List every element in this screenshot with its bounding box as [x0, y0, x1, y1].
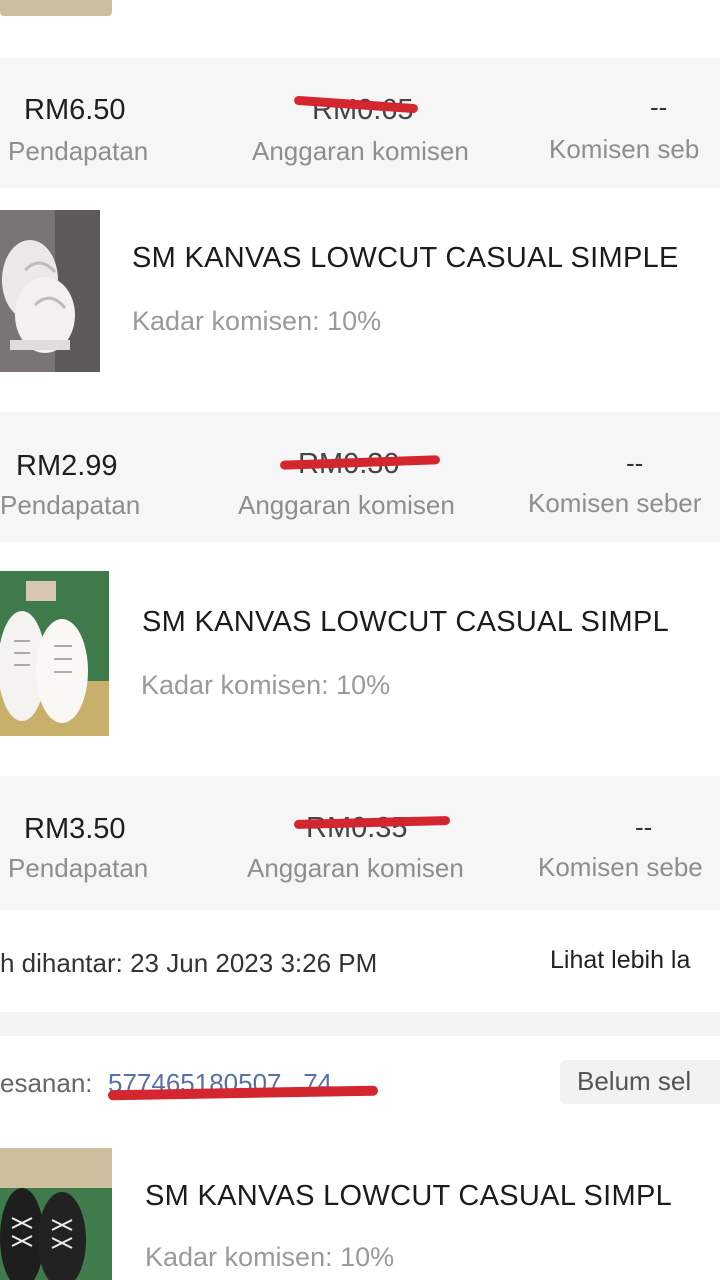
commission-rate: Kadar komisen: 10%: [141, 670, 391, 700]
sent-date: h dihantar: 23 Jun 2023 3:26 PM: [0, 948, 378, 978]
anggaran-label: Anggaran komisen: [247, 853, 464, 883]
pendapatan-label: Pendapatan: [8, 136, 149, 166]
sebenar-label: Komisen seber: [528, 488, 702, 518]
order-label: esanan:: [0, 1068, 93, 1098]
sebenar-label: Komisen sebe: [538, 852, 703, 882]
pendapatan-value: RM2.99: [16, 450, 118, 482]
order-status: Belum sel: [577, 1066, 692, 1096]
product-name[interactable]: SM KANVAS LOWCUT CASUAL SIMPLE: [132, 242, 679, 275]
order-divider: [0, 1012, 720, 1036]
sebenar-value: --: [626, 448, 644, 478]
pendapatan-label: Pendapatan: [0, 490, 141, 520]
anggaran-label: Anggaran komisen: [238, 490, 455, 520]
sebenar-value: --: [650, 92, 668, 122]
see-more-link[interactable]: Lihat lebih la: [550, 946, 690, 975]
white-sneaker-photo-icon[interactable]: [0, 210, 100, 372]
sebenar-label: Komisen seb: [549, 134, 700, 164]
anggaran-label: Anggaran komisen: [252, 136, 469, 166]
pendapatan-label: Pendapatan: [8, 853, 149, 883]
white-sneaker-photo-icon[interactable]: [0, 571, 109, 736]
product-name[interactable]: SM KANVAS LOWCUT CASUAL SIMPL: [145, 1180, 672, 1213]
commission-rate: Kadar komisen: 10%: [132, 306, 382, 336]
product-name[interactable]: SM KANVAS LOWCUT CASUAL SIMPL: [142, 606, 669, 639]
black-sneaker-photo-icon[interactable]: [0, 1148, 112, 1280]
sebenar-value: --: [635, 812, 653, 842]
product-thumbnail-partial: [0, 0, 112, 16]
pendapatan-value: RM3.50: [24, 813, 126, 845]
pendapatan-value: RM6.50: [24, 94, 126, 126]
commission-rate: Kadar komisen: 10%: [145, 1242, 395, 1272]
